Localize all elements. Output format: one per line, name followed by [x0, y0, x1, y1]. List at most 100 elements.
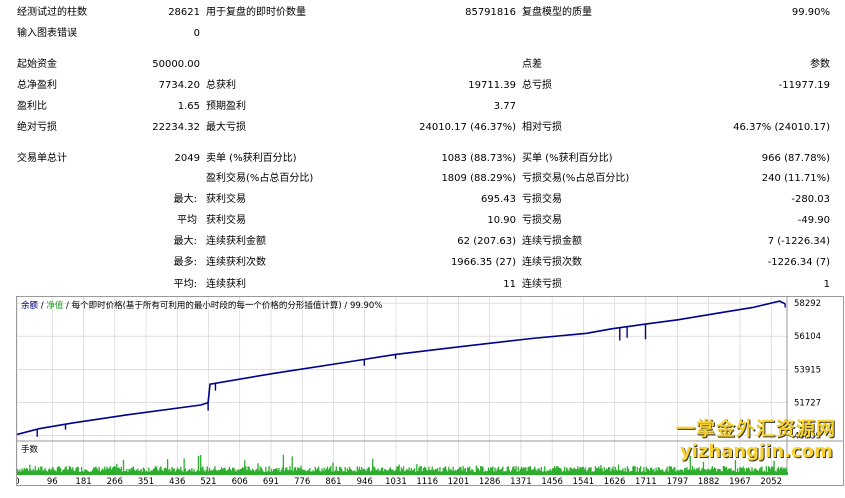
report-value: 1.65: [177, 101, 200, 112]
report-row: 起始资金 50000.00 点差 参数: [0, 56, 845, 74]
report-row: 输入图表错误 0: [0, 25, 845, 43]
report-label: 连续获利: [206, 279, 246, 290]
report-label: 亏损交易: [522, 215, 562, 226]
x-tick-label: 1711: [635, 477, 657, 485]
report-table: 经测试过的柱数 28621 用于复盘的即时价数量 85791816 复盘模型的质量 99.…: [0, 0, 845, 292]
report-label: 平均: [177, 215, 197, 226]
report-value: 2049: [174, 153, 200, 164]
report-value: 50000.00: [152, 59, 200, 70]
report-label: 买单 (%获利百分比): [522, 153, 613, 164]
x-tick-label: 1626: [604, 477, 626, 485]
x-tick-label: 1201: [448, 477, 470, 485]
report-value: 24010.17 (46.37%): [419, 122, 516, 133]
report-value: 0: [193, 28, 200, 39]
report-label: 亏损交易: [522, 194, 562, 205]
report-value: 1: [823, 279, 830, 290]
x-tick-label: 1967: [729, 477, 751, 485]
report-label: 经测试过的柱数: [17, 7, 87, 18]
report-label: 连续亏损次数: [522, 257, 582, 268]
x-tick-label: 861: [325, 477, 341, 485]
report-value: 7 (-1226.34): [767, 236, 830, 247]
report-row: 最大: 获利交易 695.43 亏损交易 -280.03: [0, 191, 845, 209]
report-label: 绝对亏损: [17, 122, 57, 133]
report-value: 85791816: [465, 7, 516, 18]
report-row: 绝对亏损 22234.32 最大亏损 24010.17 (46.37%) 相对亏损 46.…: [0, 119, 845, 137]
x-tick-label: 1371: [510, 477, 532, 485]
report-value: 19711.39: [468, 80, 516, 91]
report-label: 连续获利次数: [206, 257, 266, 268]
x-tick-label: 1031: [385, 477, 407, 485]
report-row: 总净盈利 7734.20 总获利 19711.39 总亏损 -11977.19: [0, 77, 845, 95]
report-label: 用于复盘的即时价数量: [206, 7, 306, 18]
report-label: 总亏损: [522, 80, 552, 91]
report-value: 1809 (88.29%): [441, 173, 516, 184]
report-value: 695.43: [481, 194, 516, 205]
report-value: 10.90: [487, 215, 516, 226]
report-row: 经测试过的柱数 28621 用于复盘的即时价数量 85791816 复盘模型的质量 99.…: [0, 4, 845, 22]
y-tick-label: 56104: [794, 332, 821, 342]
report-label: 获利交易: [206, 194, 246, 205]
y-tick-label: 51727: [794, 398, 821, 408]
x-tick-label: 1797: [667, 477, 689, 485]
report-value: 240 (11.71%): [761, 173, 830, 184]
volume-label: 手数: [21, 444, 39, 455]
report-label: 最大亏损: [206, 122, 246, 133]
report-label: 最大:: [173, 194, 197, 205]
x-tick-label: 1541: [573, 477, 595, 485]
report-label: 相对亏损: [522, 122, 562, 133]
report-label: 点差: [522, 59, 542, 70]
x-tick-label: 436: [169, 477, 185, 485]
report-value: 11: [503, 279, 516, 290]
report-value: 3.77: [493, 101, 516, 112]
report-value: 46.37% (24010.17): [733, 122, 830, 133]
x-tick-label: 521: [200, 477, 216, 485]
report-row: 最大: 连续获利金额 62 (207.63) 连续亏损金额 7 (-1226.34): [0, 233, 845, 251]
report-label: 连续获利金额: [206, 236, 266, 247]
x-tick-label: 776: [294, 477, 310, 485]
report-row: 平均 获利交易 10.90 亏损交易 -49.90: [0, 212, 845, 230]
x-tick-label: 181: [75, 477, 91, 485]
x-tick-label: 96: [47, 477, 58, 485]
report-row: 交易单总计 2049 卖单 (%获利百分比) 1083 (88.73%) 买单 (%获利…: [0, 150, 845, 168]
x-tick-label: 351: [138, 477, 154, 485]
y-tick-label: 58292: [794, 299, 821, 309]
x-tick-label: 2052: [760, 477, 782, 485]
report-value: -49.90: [797, 215, 830, 226]
watermark-logo-text: 一掌金外汇资源网: [676, 418, 837, 440]
x-tick-label: 0: [17, 477, 20, 485]
report-value: 1966.35 (27): [450, 257, 516, 268]
report-label: 总获利: [206, 80, 236, 91]
watermark-url: yizhangjin.com: [680, 441, 833, 462]
report-label: 盈利交易(%占总百分比): [206, 173, 314, 184]
report-value: 22234.32: [152, 122, 200, 133]
report-value: 62 (207.63): [457, 236, 516, 247]
report-value: -280.03: [791, 194, 830, 205]
report-row: 最多: 连续获利次数 1966.35 (27) 连续亏损次数 -1226.34 (7): [0, 254, 845, 272]
x-tick-label: 606: [232, 477, 248, 485]
report-label: 连续亏损: [522, 279, 562, 290]
x-tick-label: 1882: [698, 477, 720, 485]
x-tick-label: 946: [357, 477, 373, 485]
x-tick-label: 1116: [416, 477, 438, 485]
report-label: 最多:: [173, 257, 197, 268]
report-row: 盈利比 1.65 预期盈利 3.77: [0, 98, 845, 116]
x-tick-label: 691: [263, 477, 279, 485]
report-label: 输入图表错误: [17, 28, 77, 39]
report-value: 99.90%: [791, 7, 830, 18]
report-label: 起始资金: [17, 59, 57, 70]
volume-base: [17, 472, 787, 475]
report-label: 卖单 (%获利百分比): [206, 153, 297, 164]
balance-line: [16, 300, 786, 436]
report-value: 参数: [810, 59, 830, 70]
report-value: -1226.34 (7): [767, 257, 830, 268]
report-label: 连续亏损金额: [522, 236, 582, 247]
report-label: 预期盈利: [206, 101, 246, 112]
report-label: 交易单总计: [17, 153, 67, 164]
report-label: 亏损交易(%占总百分比): [522, 173, 630, 184]
report-label: 复盘模型的质量: [522, 7, 592, 18]
chart-legend: 余额 / 净值 / 每个即时价格(基于所有可利用的最小时段的每一个价格的分形插值…: [21, 300, 382, 311]
report-value: -11977.19: [778, 80, 830, 91]
x-tick-label: 1286: [479, 477, 501, 485]
y-tick-label: 53915: [794, 365, 821, 375]
x-tick-label: 1456: [541, 477, 563, 485]
